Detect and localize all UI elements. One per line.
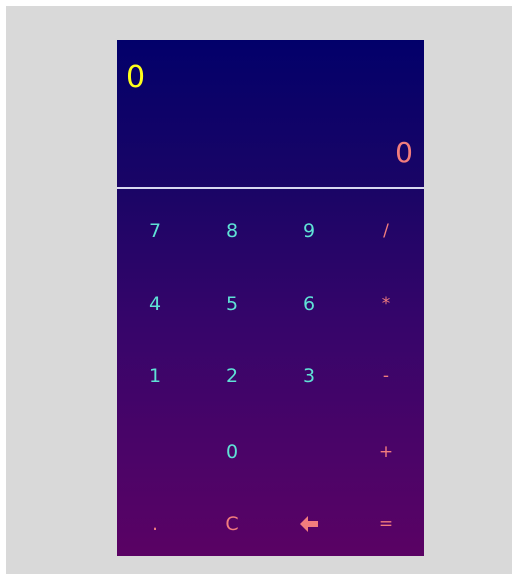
- key-2[interactable]: 2: [194, 341, 270, 411]
- expression-display: 0: [126, 60, 146, 95]
- key-1[interactable]: 1: [117, 341, 193, 411]
- key-clear[interactable]: C: [194, 489, 270, 556]
- key-0[interactable]: 0: [194, 417, 270, 487]
- key-7[interactable]: 7: [117, 196, 193, 266]
- display: 0 0: [117, 40, 424, 188]
- arrow-left-icon: [300, 516, 318, 532]
- key-6[interactable]: 6: [271, 269, 347, 339]
- key-8[interactable]: 8: [194, 196, 270, 266]
- key-decimal[interactable]: .: [117, 489, 193, 556]
- key-5[interactable]: 5: [194, 269, 270, 339]
- key-subtract[interactable]: -: [348, 341, 424, 411]
- calculator: 0 0 7 8 9 / 4 5 6 * 1 2 3 - 0 + . C =: [117, 40, 424, 556]
- key-9[interactable]: 9: [271, 196, 347, 266]
- key-3[interactable]: 3: [271, 341, 347, 411]
- key-equals[interactable]: =: [348, 489, 424, 556]
- keypad: 7 8 9 / 4 5 6 * 1 2 3 - 0 + . C =: [117, 189, 424, 556]
- key-multiply[interactable]: *: [348, 269, 424, 339]
- key-4[interactable]: 4: [117, 269, 193, 339]
- key-add[interactable]: +: [348, 417, 424, 487]
- backspace-button[interactable]: [271, 489, 347, 556]
- result-display: 0: [395, 136, 413, 169]
- key-divide[interactable]: /: [348, 196, 424, 266]
